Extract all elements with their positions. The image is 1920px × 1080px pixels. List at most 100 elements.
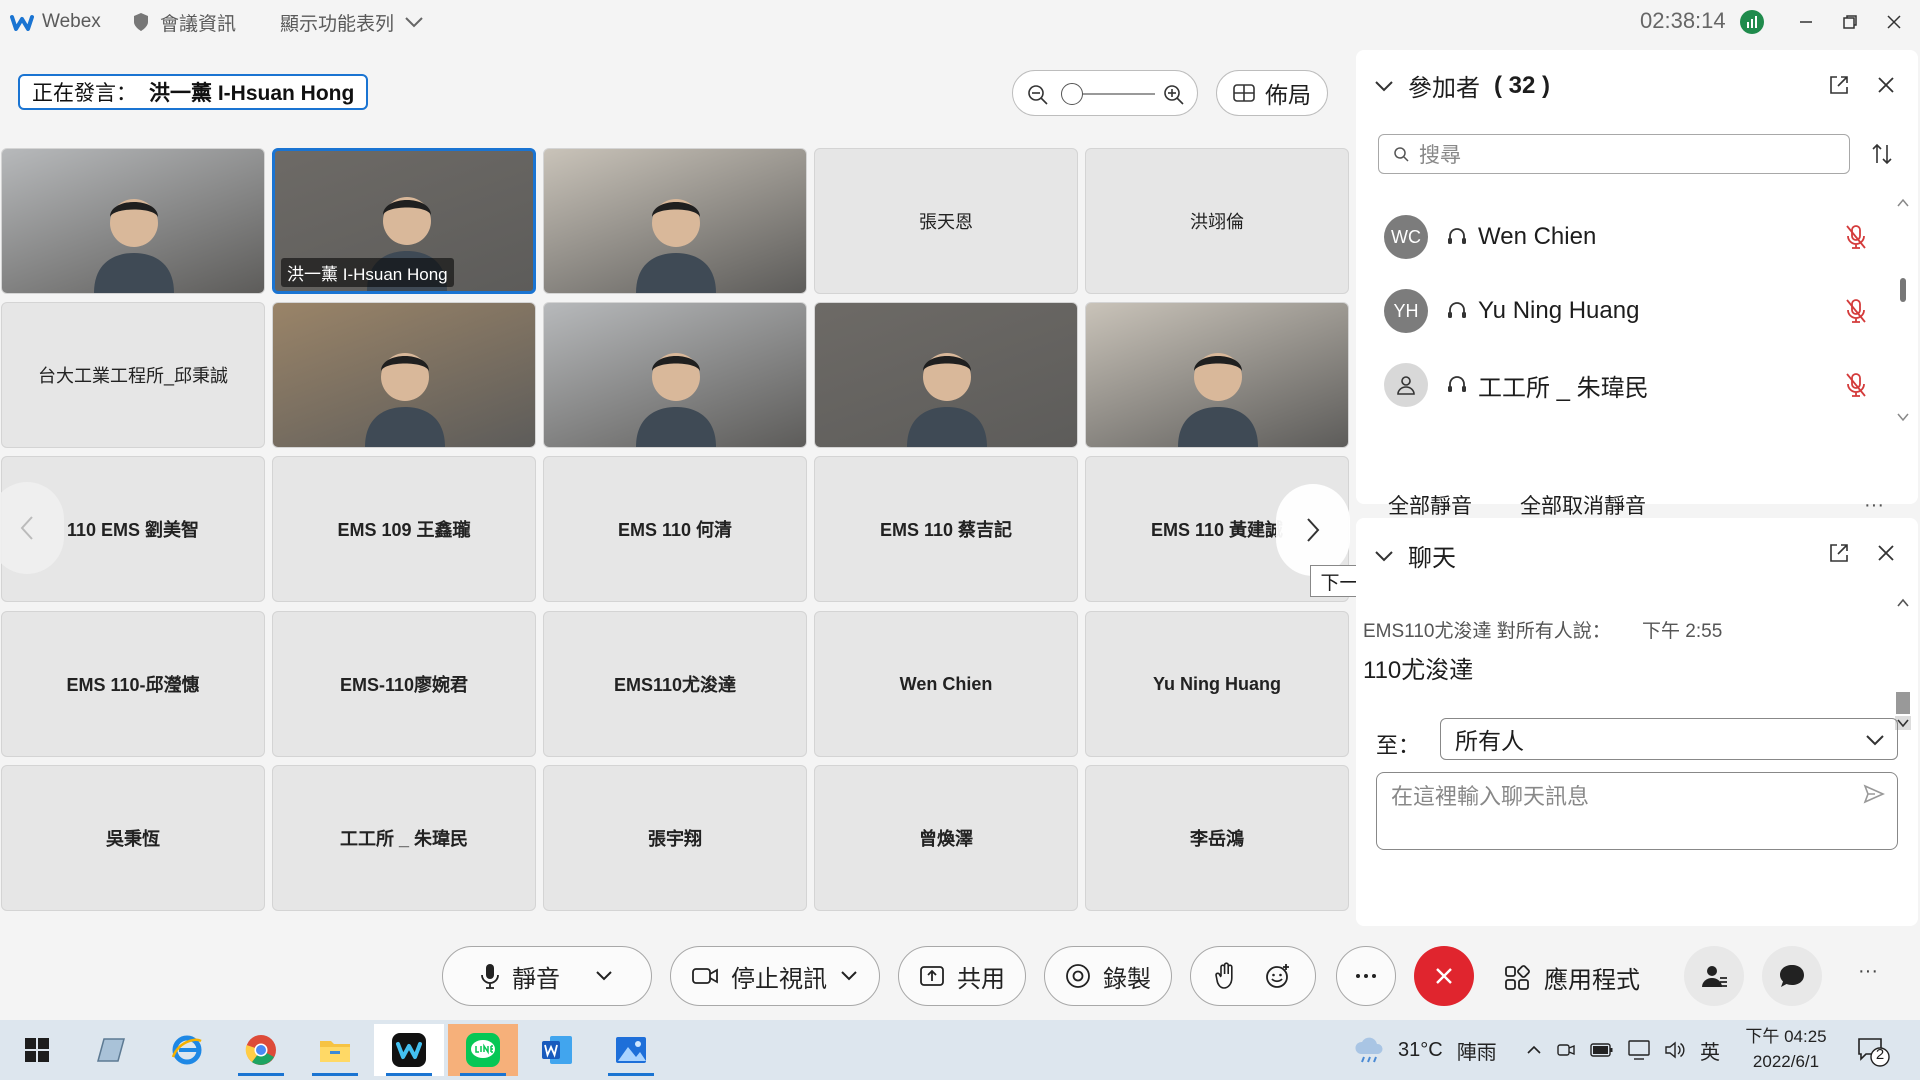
participant-row[interactable]: WC Wen Chien — [1384, 212, 1884, 262]
chat-header[interactable]: 聊天 — [1374, 538, 1456, 573]
participant-video-tile[interactable] — [814, 302, 1078, 448]
muted-mic-icon[interactable] — [1844, 298, 1868, 324]
person-silhouette-icon — [365, 353, 445, 447]
taskbar-notebook-app[interactable] — [76, 1024, 146, 1076]
participant-name-tile[interactable]: 洪翊倫 — [1085, 148, 1349, 294]
network-health-icon[interactable] — [1740, 10, 1764, 34]
close-window-button[interactable] — [1874, 6, 1914, 38]
participant-search-input[interactable]: 搜尋 — [1378, 134, 1850, 174]
participant-name-tile[interactable]: 台大工業工程所_邱秉誠 — [1, 302, 265, 448]
taskbar-chrome[interactable] — [226, 1024, 296, 1076]
participants-panel: 參加者 ( 32 ) 搜尋 WC Wen Chien YH Yu Ning Hu… — [1356, 50, 1918, 518]
muted-mic-icon[interactable] — [1844, 224, 1868, 250]
meeting-info-button[interactable]: 會議資訊 — [132, 10, 236, 35]
participant-video-tile[interactable] — [1, 148, 265, 294]
ime-indicator[interactable]: 英 — [1700, 1036, 1720, 1065]
zoom-out-icon[interactable] — [1027, 84, 1049, 106]
sort-icon[interactable] — [1870, 142, 1894, 166]
participant-name-tile[interactable]: 張天恩 — [814, 148, 1078, 294]
emoji-reaction-icon[interactable] — [1264, 962, 1292, 990]
participant-name: 110 EMS 劉美智 — [66, 520, 200, 540]
next-page-button[interactable] — [1276, 484, 1350, 576]
leave-meeting-button[interactable] — [1414, 946, 1474, 1006]
participants-header[interactable]: 參加者 ( 32 ) — [1374, 68, 1550, 103]
more-options-icon[interactable]: ··· — [1864, 494, 1884, 517]
chat-message-input[interactable]: 在這裡輸入聊天訊息 — [1376, 772, 1898, 850]
layout-button[interactable]: 佈局 — [1216, 70, 1328, 116]
show-menu-button[interactable]: 顯示功能表列 — [280, 10, 424, 35]
participant-name-tile[interactable]: Yu Ning Huang — [1085, 611, 1349, 757]
chevron-up-icon[interactable] — [1526, 1045, 1542, 1055]
participant-name-tile[interactable]: Wen Chien — [814, 611, 1078, 757]
restore-button[interactable] — [1830, 6, 1870, 38]
apps-button[interactable]: 應用程式 — [1504, 960, 1640, 995]
weather-widget[interactable]: 31°C 陣雨 — [1352, 1020, 1497, 1080]
participant-name-tile[interactable]: EMS-110廖婉君 — [272, 611, 536, 757]
network-icon[interactable] — [1628, 1040, 1650, 1060]
participant-name-tile[interactable]: EMS 110-邱瀅憓 — [1, 611, 265, 757]
chat-panel-button[interactable] — [1762, 946, 1822, 1006]
zoom-control[interactable] — [1012, 70, 1198, 116]
close-icon[interactable] — [1876, 75, 1896, 95]
participant-video-tile[interactable] — [543, 148, 807, 294]
close-icon[interactable] — [1876, 543, 1896, 563]
participant-video-tile[interactable] — [272, 302, 536, 448]
taskbar-photos[interactable] — [596, 1024, 666, 1076]
participant-name-tile[interactable]: EMS 110 何清 — [543, 456, 807, 602]
send-icon[interactable] — [1863, 783, 1885, 805]
participant-name-tile[interactable]: 工工所 _ 朱瑋民 — [272, 765, 536, 911]
participant-video-tile[interactable] — [1085, 302, 1349, 448]
participant-row[interactable]: 工工所 _ 朱瑋民 — [1384, 360, 1884, 410]
notification-center-button[interactable]: 2 — [1856, 1034, 1890, 1068]
battery-icon[interactable] — [1590, 1042, 1614, 1058]
participant-video-tile[interactable]: 洪一薰 I-Hsuan Hong — [272, 148, 536, 294]
mute-button[interactable]: 靜音 — [442, 946, 652, 1006]
collapse-chevron-icon[interactable] — [1374, 79, 1394, 93]
panel-more-icon[interactable]: ··· — [1858, 960, 1878, 983]
mute-all-button[interactable]: 全部靜音 — [1388, 490, 1472, 520]
reactions-group — [1190, 946, 1316, 1006]
collapse-chevron-icon[interactable] — [1374, 549, 1394, 563]
clock[interactable]: 下午 04:25 2022/6/1 — [1736, 1024, 1836, 1074]
chat-scrollbar[interactable] — [1894, 594, 1912, 730]
more-icon — [1356, 974, 1376, 978]
zoom-in-icon[interactable] — [1163, 84, 1185, 106]
taskbar-webex[interactable] — [374, 1024, 444, 1076]
zoom-slider-thumb[interactable] — [1061, 83, 1083, 105]
stop-video-button[interactable]: 停止視訊 — [670, 946, 880, 1006]
taskbar-word[interactable] — [522, 1024, 592, 1076]
participant-video-tile[interactable] — [543, 302, 807, 448]
muted-mic-icon[interactable] — [1844, 372, 1868, 398]
previous-page-button[interactable] — [0, 482, 64, 574]
share-button[interactable]: 共用 — [898, 946, 1026, 1006]
taskbar-line[interactable] — [448, 1024, 518, 1076]
start-button[interactable] — [2, 1024, 72, 1076]
volume-icon[interactable] — [1664, 1040, 1686, 1060]
taskbar-ie[interactable] — [152, 1024, 222, 1076]
unmute-all-button[interactable]: 全部取消靜音 — [1520, 490, 1646, 520]
participant-name-tile[interactable]: EMS 109 王鑫瓏 — [272, 456, 536, 602]
chat-panel: 聊天 EMS110尤浚達 對所有人說： 下午 2:55 110尤浚達 至： 所有… — [1356, 518, 1918, 926]
participants-panel-button[interactable] — [1684, 946, 1744, 1006]
chevron-down-icon[interactable] — [839, 969, 859, 983]
meet-now-icon[interactable] — [1556, 1040, 1576, 1060]
popout-icon[interactable] — [1828, 542, 1850, 564]
participant-name-tile[interactable]: 曾煥澤 — [814, 765, 1078, 911]
participant-name-tile[interactable]: 張宇翔 — [543, 765, 807, 911]
more-options-button[interactable] — [1336, 946, 1396, 1006]
record-button[interactable]: 錄製 — [1044, 946, 1172, 1006]
taskbar-file-explorer[interactable] — [300, 1024, 370, 1076]
popout-icon[interactable] — [1828, 74, 1850, 96]
minimize-button[interactable] — [1786, 6, 1826, 38]
participant-name-tile[interactable]: EMS110尤浚達 — [543, 611, 807, 757]
participant-name-tile[interactable]: 李岳鴻 — [1085, 765, 1349, 911]
participant-list-scrollbar[interactable] — [1894, 190, 1912, 430]
chevron-down-icon[interactable] — [594, 969, 614, 983]
participant-name: 曾煥澤 — [919, 829, 973, 849]
participant-row[interactable]: YH Yu Ning Huang — [1384, 286, 1884, 336]
chat-recipient-select[interactable]: 所有人 — [1440, 718, 1898, 760]
chevron-down-icon — [1866, 735, 1884, 746]
participant-name-tile[interactable]: EMS 110 蔡吉記 — [814, 456, 1078, 602]
raise-hand-icon[interactable] — [1214, 962, 1238, 990]
participant-name-tile[interactable]: 吳秉恆 — [1, 765, 265, 911]
